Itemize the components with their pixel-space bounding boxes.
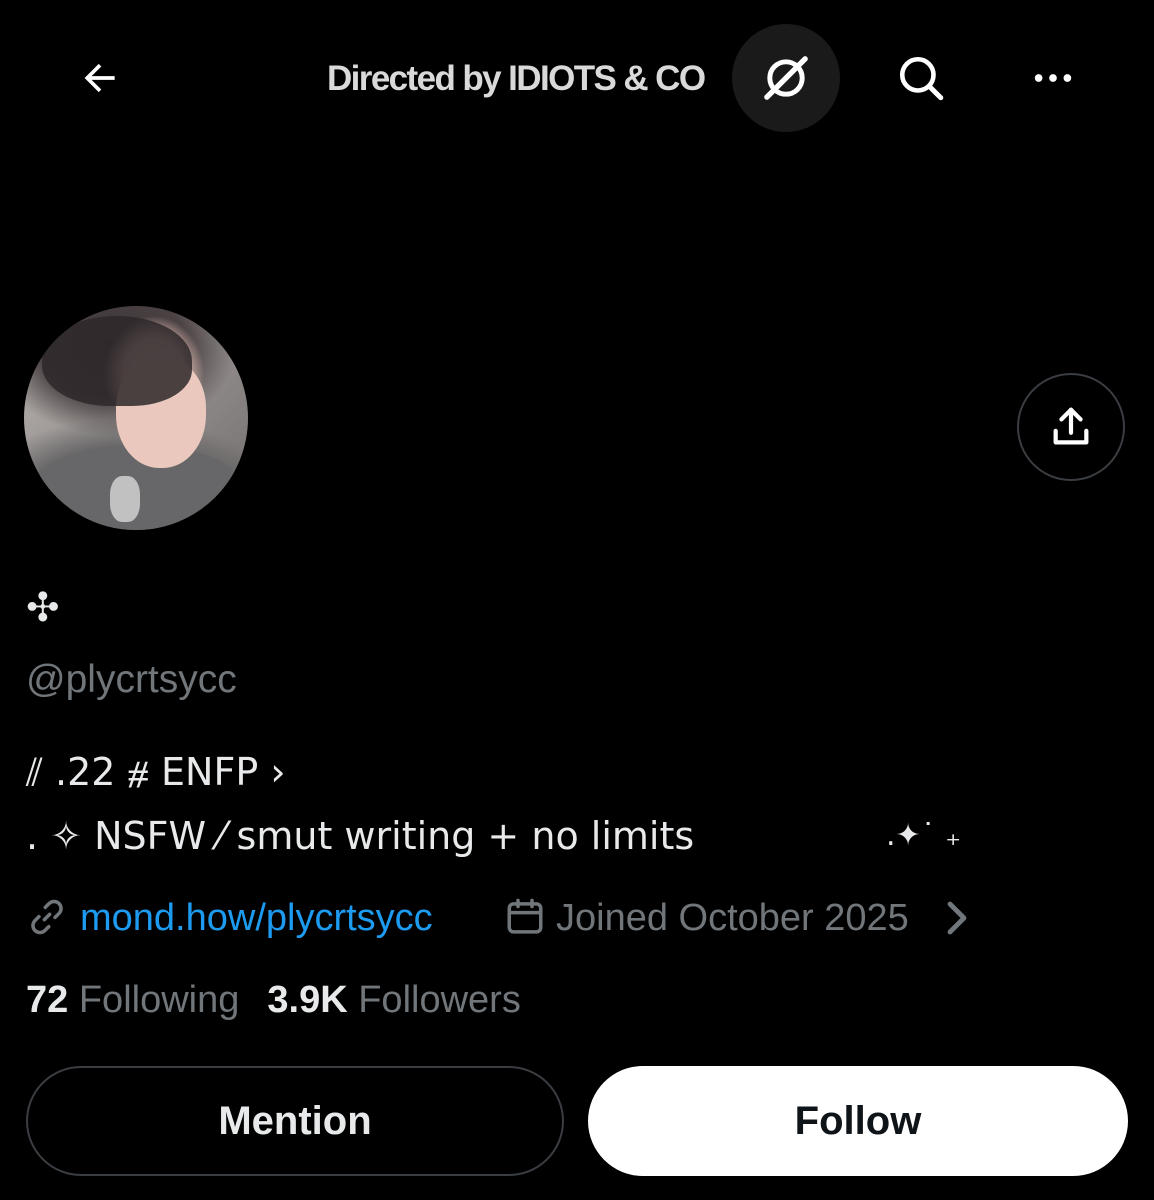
share-icon: [1053, 407, 1089, 445]
link-icon: [31, 899, 63, 935]
grok-button[interactable]: [732, 24, 840, 132]
followers-count: 3.9K: [267, 979, 348, 1021]
bio-line-2: . ✧ NSFW ⁄ smut writing + no limits: [26, 814, 695, 858]
website-link[interactable]: mond.how/plycrtsycc: [80, 890, 433, 946]
search-button[interactable]: [879, 36, 963, 120]
avatar[interactable]: [24, 306, 248, 530]
more-options-button[interactable]: [1011, 36, 1095, 120]
following-label: Following: [78, 979, 240, 1021]
header-title: Directed by IDIOTS & CO: [327, 59, 706, 98]
avatar-shirt-print: [110, 476, 140, 522]
bio-sparkle: .✦˙ ₊: [886, 818, 962, 853]
mention-button[interactable]: Mention: [26, 1066, 564, 1176]
back-button[interactable]: [58, 36, 142, 120]
calendar-icon: [507, 898, 543, 934]
grok-icon: [764, 56, 808, 100]
share-button[interactable]: [1017, 373, 1125, 481]
follow-button[interactable]: Follow: [588, 1066, 1128, 1176]
joined-date[interactable]: Joined October 2025: [556, 890, 909, 946]
search-icon: [899, 56, 944, 101]
followers-link[interactable]: 3.9K Followers: [267, 979, 520, 1021]
following-count: 72: [26, 979, 69, 1021]
following-link[interactable]: 72 Following: [26, 979, 239, 1021]
chevron-right-icon[interactable]: [944, 898, 972, 938]
followers-label: Followers: [358, 979, 521, 1021]
follow-counts: 72 Following 3.9K Followers: [26, 972, 521, 1028]
bio-line-1: ⫽ .22 ⧣ ENFP ›: [26, 750, 286, 794]
more-icon: [1034, 74, 1072, 82]
display-name: ✣: [26, 585, 60, 631]
user-handle: @plycrtsycc: [26, 658, 237, 701]
avatar-hair: [42, 316, 192, 406]
back-arrow-icon: [84, 63, 115, 93]
